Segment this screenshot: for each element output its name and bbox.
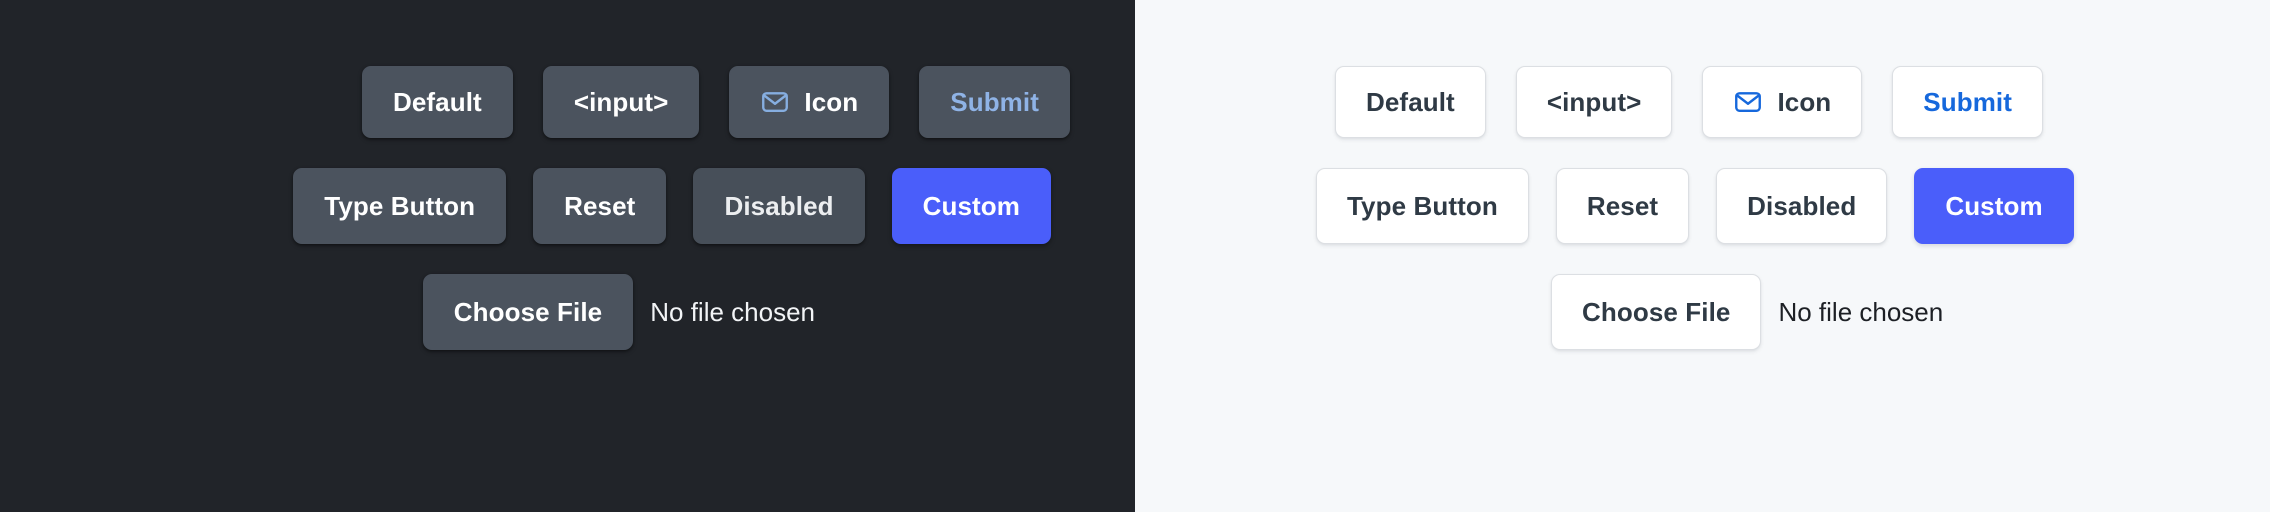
button-label: Submit <box>950 87 1039 117</box>
button-label: Icon <box>1777 87 1832 117</box>
dark-theme-panel: Default <input> Icon Submit Type Button … <box>0 0 1135 512</box>
disabled-button: Disabled <box>693 168 865 244</box>
light-button-row-2: Type Button Reset Disabled Custom <box>1316 168 2074 244</box>
button-label: Default <box>392 87 482 117</box>
button-label: <input> <box>1546 87 1642 117</box>
reset-button[interactable]: Reset <box>1555 168 1690 244</box>
type-button[interactable]: Type Button <box>1316 168 1529 244</box>
file-status-text: No file chosen <box>650 296 815 327</box>
button-label: Reset <box>1586 191 1659 221</box>
submit-button[interactable]: Submit <box>919 66 1070 138</box>
light-theme-panel: Default <input> Icon Submit Type Button … <box>1135 0 2270 512</box>
button-label: <input> <box>573 87 669 117</box>
button-label: Disabled <box>1747 191 1857 221</box>
disabled-button: Disabled <box>1716 168 1888 244</box>
button-label: Reset <box>564 191 636 221</box>
icon-button[interactable]: Icon <box>729 66 890 138</box>
button-label: Custom <box>1945 191 2043 221</box>
button-showcase: Default <input> Icon Submit Type Button … <box>0 0 2270 512</box>
button-label: Disabled <box>724 191 834 221</box>
button-label: Default <box>1366 87 1455 117</box>
dark-button-row-1: Default <input> Icon Submit <box>361 66 1070 138</box>
default-button[interactable]: Default <box>1335 66 1486 138</box>
envelope-icon <box>760 87 790 117</box>
button-label: Icon <box>804 87 859 117</box>
button-label: Submit <box>1923 87 2013 117</box>
file-status-text: No file chosen <box>1778 296 1944 327</box>
button-label: Custom <box>922 191 1020 221</box>
button-label: Choose File <box>1582 297 1731 327</box>
button-label: Choose File <box>453 297 603 327</box>
type-button[interactable]: Type Button <box>293 168 507 244</box>
reset-button[interactable]: Reset <box>533 168 667 244</box>
custom-button[interactable]: Custom <box>891 168 1051 244</box>
button-label: Type Button <box>324 191 476 221</box>
default-button[interactable]: Default <box>361 66 513 138</box>
input-button[interactable]: <input> <box>1515 66 1673 138</box>
submit-button[interactable]: Submit <box>1892 66 2044 138</box>
icon-button[interactable]: Icon <box>1702 66 1863 138</box>
choose-file-button[interactable]: Choose File <box>1551 274 1762 350</box>
choose-file-button[interactable]: Choose File <box>422 274 634 350</box>
input-button[interactable]: <input> <box>542 66 700 138</box>
custom-button[interactable]: Custom <box>1914 168 2074 244</box>
light-button-row-1: Default <input> Icon Submit <box>1335 66 2044 138</box>
button-label: Type Button <box>1347 191 1498 221</box>
dark-file-input-row: Choose File No file chosen <box>422 274 815 350</box>
envelope-icon <box>1733 87 1763 117</box>
light-file-input-row: Choose File No file chosen <box>1551 274 1943 350</box>
dark-button-row-2: Type Button Reset Disabled Custom <box>293 168 1051 244</box>
